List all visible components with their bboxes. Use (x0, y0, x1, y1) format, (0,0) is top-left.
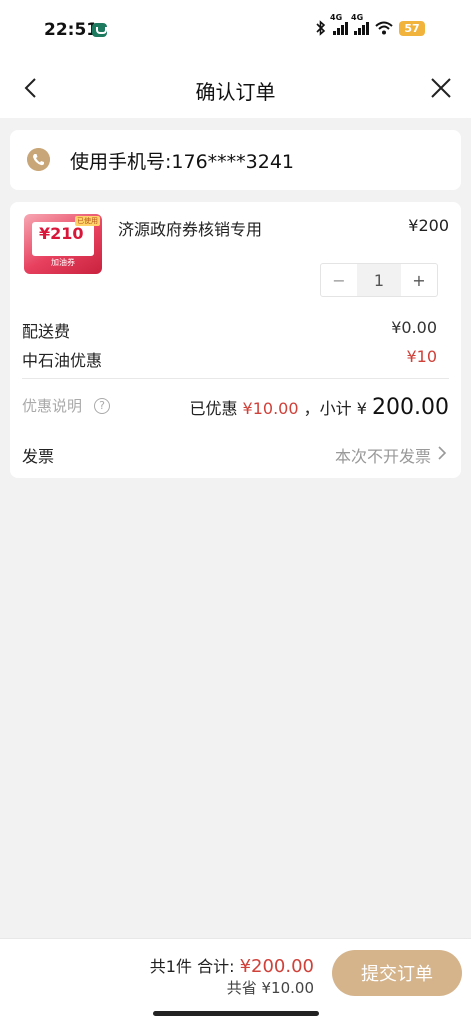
signal-icon: 4G (330, 13, 348, 35)
page-title: 确认订单 (195, 80, 276, 104)
phone-icon (27, 148, 50, 171)
nav-bar: 确认订单 (0, 60, 471, 118)
battery-indicator: 57 (399, 20, 425, 36)
quantity-value[interactable]: 1 (357, 264, 401, 296)
phone-card: 使用手机号:176****3241 (10, 130, 461, 190)
subtotal-value: 200.00 (372, 395, 449, 420)
phone-number-text: 使用手机号:176****3241 (70, 151, 295, 173)
order-card: ¥210 已使用 加油券 济源政府券核销专用 ¥200 − 1 + 配送费 ¥0… (10, 202, 461, 478)
bottom-bar: 共1件 合计: ¥200.00 共省 ¥10.00 提交订单 (0, 938, 471, 1024)
signal-icon-2: 4G (351, 13, 369, 35)
decrease-button[interactable]: − (321, 264, 357, 296)
status-time: 22:51 (44, 20, 99, 40)
status-indicators: 4G 4G 57 (315, 13, 425, 36)
divider (22, 378, 449, 379)
discount-label: 中石油优惠 (22, 351, 103, 370)
discount-value: ¥10 (406, 347, 437, 366)
product-name: 济源政府券核销专用 (118, 220, 263, 239)
subtotal-prefix: ，小计 (303, 399, 352, 418)
coupon-value: ¥210 (39, 224, 84, 243)
delivery-fee-label: 配送费 (22, 322, 71, 341)
bluetooth-icon (316, 20, 326, 36)
saved-amount: 共省 ¥10.00 (226, 979, 314, 997)
increase-button[interactable]: + (401, 264, 437, 296)
coupon-tag: 已使用 (75, 216, 100, 226)
status-bar: 22:51 4G 4G 57 (0, 0, 471, 60)
total-amount: ¥200.00 (239, 956, 314, 977)
product-thumbnail: ¥210 已使用 加油券 (24, 214, 102, 274)
discounted-prefix: 已优惠 (189, 399, 238, 418)
invoice-label: 发票 (22, 447, 55, 466)
chevron-right-icon[interactable] (435, 445, 449, 461)
delivery-fee-value: ¥0.00 (391, 318, 437, 337)
wifi-icon (375, 21, 393, 35)
discounted-value: ¥10.00 (242, 399, 299, 418)
item-count-label: 共1件 合计: (149, 957, 235, 976)
discount-help-label[interactable]: 优惠说明 (22, 395, 82, 416)
submit-order-button[interactable]: 提交订单 (332, 950, 462, 996)
subtotal-currency: ¥ (356, 399, 367, 418)
close-icon[interactable] (429, 76, 453, 100)
product-price: ¥200 (408, 216, 449, 235)
app-notification-icon (92, 23, 107, 37)
quantity-stepper: − 1 + (320, 263, 438, 297)
subtotal-line: 已优惠 ¥10.00 ，小计 ¥ 200.00 (189, 395, 449, 420)
home-indicator[interactable] (153, 1011, 319, 1016)
total-line: 共1件 合计: ¥200.00 (150, 953, 314, 977)
invoice-value[interactable]: 本次不开发票 (335, 443, 431, 467)
question-mark-icon[interactable]: ? (94, 398, 110, 414)
coupon-label: 加油券 (51, 258, 75, 267)
